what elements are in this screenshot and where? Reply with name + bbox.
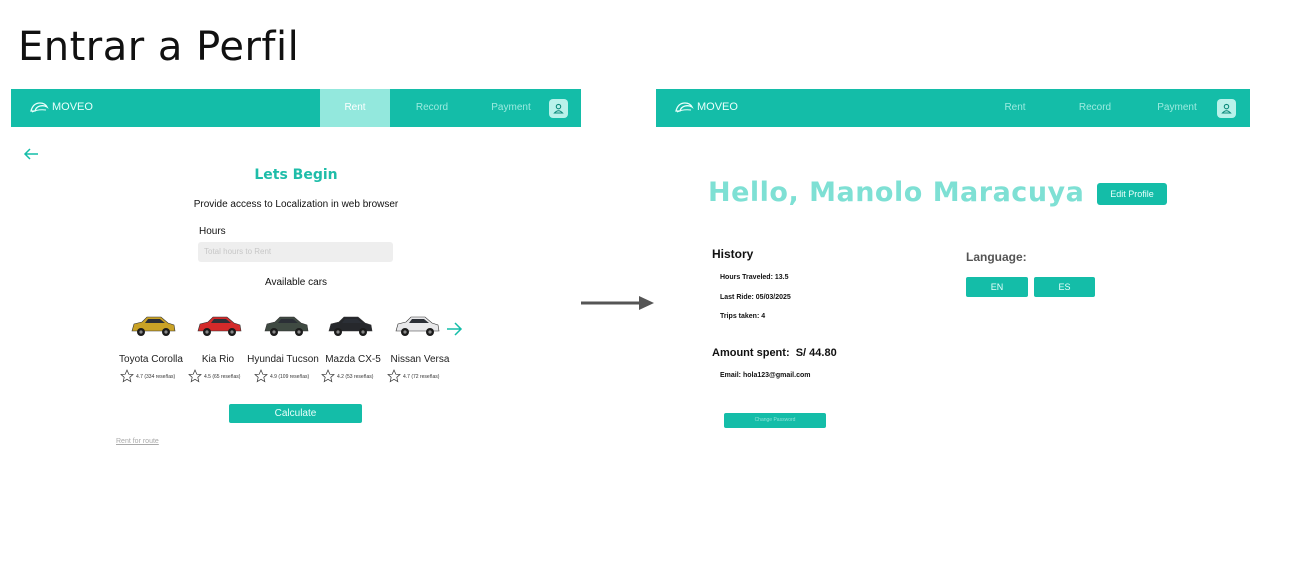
car-rating: 4.7 (72 reseñas) — [403, 374, 440, 380]
nav-tab-rent[interactable]: Rent — [320, 89, 390, 127]
last-ride: Last Ride: 05/03/2025 — [720, 294, 791, 301]
user-icon — [1221, 103, 1232, 114]
star-icon[interactable] — [188, 369, 202, 383]
rent-for-route-link[interactable]: Rent for route — [116, 438, 159, 445]
car-rating: 4.9 (109 reseñas) — [270, 374, 310, 380]
car-name: Hyundai Tucson — [247, 354, 319, 365]
car-name: Nissan Versa — [390, 354, 450, 365]
available-cars-label: Available cars — [264, 277, 328, 288]
nav-tab-payment[interactable]: Payment — [473, 89, 549, 127]
location-access-text: Provide access to Localization in web br… — [193, 199, 399, 210]
back-arrow-icon[interactable] — [23, 147, 39, 161]
email-text: Email: hola123@gmail.com — [720, 372, 811, 379]
star-icon[interactable] — [387, 369, 401, 383]
brand-name: MOVEO — [52, 101, 93, 113]
hours-traveled: Hours Traveled: 13.5 — [720, 274, 789, 281]
moveo-logo-icon — [675, 102, 694, 113]
rent-screen: MOVEO Rent Record Payment Lets Begin Pro… — [11, 89, 581, 469]
top-navbar: MOVEO Rent Record Payment — [656, 89, 1250, 127]
profile-button[interactable] — [1217, 99, 1236, 118]
nav-tab-rent[interactable]: Rent — [994, 89, 1036, 127]
change-password-button[interactable]: Change Password — [724, 413, 826, 428]
profile-screen: MOVEO Rent Record Payment Hello, Manolo … — [656, 89, 1250, 449]
brand-logo[interactable]: MOVEO — [674, 100, 738, 114]
profile-button[interactable] — [549, 99, 568, 118]
car-image[interactable] — [392, 313, 442, 339]
brand-name: MOVEO — [697, 101, 738, 113]
edit-profile-button[interactable]: Edit Profile — [1097, 183, 1167, 205]
nav-tab-record[interactable]: Record — [1070, 89, 1120, 127]
car-rating: 4.7 (334 reseñas) — [136, 374, 176, 380]
car-image[interactable] — [194, 313, 244, 339]
nav-tab-payment[interactable]: Payment — [1152, 89, 1202, 127]
canvas-title: Entrar a Perfil — [18, 24, 300, 70]
top-navbar: MOVEO Rent Record Payment — [11, 89, 581, 127]
nav-tab-record[interactable]: Record — [399, 89, 465, 127]
car-rating: 4.5 (65 reseñas) — [204, 374, 241, 380]
hours-input[interactable]: Total hours to Rent — [198, 242, 393, 262]
hours-input-placeholder: Total hours to Rent — [204, 247, 272, 256]
trips-taken: Trips taken: 4 — [720, 313, 766, 320]
calculate-button[interactable]: Calculate — [229, 404, 362, 423]
car-rating: 4.2 (53 reseñas) — [337, 374, 374, 380]
moveo-logo-icon — [30, 102, 49, 113]
next-arrow-icon[interactable] — [446, 321, 463, 337]
star-icon[interactable] — [254, 369, 268, 383]
greeting-heading: Hello, Manolo Maracuya — [708, 177, 1085, 208]
history-title: History — [712, 247, 754, 261]
language-es-button[interactable]: ES — [1034, 277, 1095, 297]
user-icon — [553, 103, 564, 114]
car-image[interactable] — [128, 313, 178, 339]
brand-logo[interactable]: MOVEO — [29, 100, 93, 114]
page-title: Lets Begin — [254, 167, 338, 183]
amount-spent: Amount spent: S/ 44.80 — [712, 347, 837, 359]
star-icon[interactable] — [120, 369, 134, 383]
language-en-button[interactable]: EN — [966, 277, 1028, 297]
car-image[interactable] — [325, 313, 375, 339]
language-label: Language: — [966, 250, 1027, 264]
hours-label: Hours — [199, 226, 226, 237]
star-icon[interactable] — [321, 369, 335, 383]
car-image[interactable] — [261, 313, 311, 339]
